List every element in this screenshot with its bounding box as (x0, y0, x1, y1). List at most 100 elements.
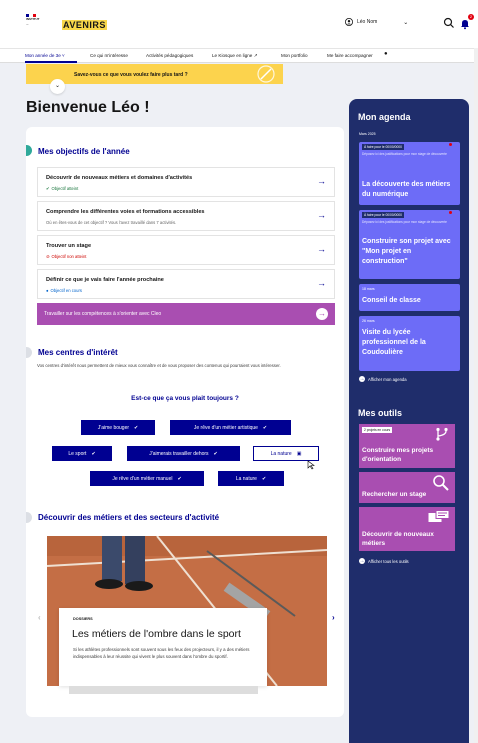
interest-chip[interactable]: Le sport ✔ (52, 446, 112, 461)
show-agenda-link[interactable]: → Afficher mon agenda (359, 376, 407, 382)
check-icon: ✔ (91, 450, 96, 457)
event-detail: Déposez ici des justifications pour mon … (362, 220, 447, 224)
tool-discover[interactable]: Découvrir de nouveaux métiers (359, 507, 455, 551)
nav-item-activites[interactable]: Activités pédagogiques (146, 53, 193, 58)
check-icon: ✔ (261, 475, 267, 482)
cleo-cta-button[interactable]: Travailler sur les compétences à s'orien… (37, 303, 335, 325)
section-marker (26, 145, 32, 156)
objective-title: Trouver un stage (46, 243, 92, 249)
event-date: 26 mars (362, 319, 375, 323)
objective-title: Définir ce que je vais faire l'année pro… (46, 277, 164, 283)
orientation-banner[interactable]: Savez-vous ce que vous voulez faire plus… (26, 64, 283, 84)
interests-title: Mes centres d'intérêt (38, 348, 118, 357)
arrow-right-icon: → (316, 308, 328, 320)
check-icon: ✔ (46, 186, 50, 191)
banner-text: Savez-vous ce que vous voulez faire plus… (74, 72, 188, 78)
interest-chip-unselected[interactable]: La nature ▣ (253, 446, 319, 461)
arrow-right-icon: → (359, 376, 365, 382)
carousel-next-button[interactable]: › (332, 613, 335, 622)
objective-status: ⊘ Objectif non atteint (46, 254, 86, 259)
nav-item-accompagner[interactable]: Me faire accompagner (327, 53, 373, 58)
search-icon[interactable] (443, 17, 455, 29)
nav-item-portfolio[interactable]: Mon portfolio (281, 53, 308, 58)
chip-label: Je rêve d'un métier manuel (112, 475, 173, 482)
arrow-right-icon: → (359, 558, 365, 564)
branch-icon (436, 427, 448, 441)
org-name: INSTITUT (26, 17, 40, 21)
info-icon: ● (384, 51, 388, 57)
chip-label: Le sport (68, 450, 87, 457)
user-icon (345, 18, 353, 26)
objective-item[interactable]: Découvrir de nouveaux métiers et domaine… (37, 167, 335, 197)
scrollbar[interactable] (474, 48, 478, 743)
tool-label: Rechercher un stage (362, 491, 427, 498)
objective-title: Comprendre les différentes voies et form… (46, 209, 205, 215)
link-label: Afficher tous les outils (368, 558, 409, 564)
nav-item-interets[interactable]: Ce qui m'intéresse (90, 53, 128, 58)
objective-status: ✔ Objectif atteint (46, 186, 78, 191)
chip-label: Je rêve d'un métier artistique (193, 424, 258, 431)
arrow-right-icon: → (317, 244, 326, 254)
check-icon: ✔ (177, 475, 182, 482)
link-label: Afficher mon agenda (368, 376, 407, 382)
tool-badge: 2 projets en cours (362, 427, 393, 433)
event-title: Visite du lycée professionnel de la Coud… (362, 329, 426, 356)
objective-status: Où en êtes-vous de cet objectif ? Vous l… (46, 220, 176, 225)
nav-item-mon-annee[interactable]: Mon année de 3e ˅ (25, 53, 65, 58)
event-title: La découverte des métiers du numérique (362, 181, 451, 198)
republic-logo[interactable]: INSTITUT ... (26, 14, 50, 38)
objectives-title: Mes objectifs de l'année (38, 147, 130, 156)
check-icon: ✔ (262, 424, 268, 431)
add-icon: ▣ (296, 450, 302, 457)
agenda-event[interactable]: 26 mars Visite du lycée professionnel de… (359, 316, 460, 371)
tool-internship[interactable]: Rechercher un stage (359, 472, 455, 503)
interest-chip[interactable]: Je rêve d'un métier manuel ✔ (90, 471, 204, 486)
article-card[interactable]: DOSSIERS Les métiers de l'ombre dans le … (59, 608, 267, 686)
discover-title: Découvrir des métiers et des secteurs d'… (38, 513, 220, 522)
objective-item[interactable]: Comprendre les différentes voies et form… (37, 201, 335, 231)
agenda-event[interactable]: À faire pour le 00/00/0000 Déposez ici d… (359, 142, 460, 205)
objective-item[interactable]: Définir ce que je vais faire l'année pro… (37, 269, 335, 299)
show-tools-link[interactable]: → Afficher tous les outils (359, 558, 409, 564)
cursor-icon (307, 460, 315, 470)
notifications-button[interactable]: 2 (459, 14, 474, 30)
tools-title: Mes outils (358, 408, 403, 418)
interests-intro: Vos centres d'intérêt nous permettent de… (37, 363, 281, 368)
alert-icon: ⊘ (46, 254, 50, 259)
event-tag: À faire pour le 00/00/0000 (362, 144, 404, 150)
interest-chip[interactable]: La nature ✔ (218, 471, 284, 486)
chat-icon (428, 510, 450, 522)
site-header: INSTITUT ... AVENIRS Léo Nom ⌄ 2 (0, 0, 478, 48)
event-detail: Déposez ici des justifications pour mon … (362, 152, 447, 156)
agenda-event[interactable]: À faire pour le 00/00/0000 Déposez ici d… (359, 210, 460, 279)
tool-label: Découvrir de nouveaux métiers (362, 531, 434, 547)
agenda-event[interactable]: 18 mars Conseil de classe (359, 284, 460, 311)
chevron-down-icon[interactable]: ⌄ (50, 79, 65, 94)
user-menu[interactable]: Léo Nom ⌄ (345, 18, 408, 26)
article-kicker: DOSSIERS (73, 617, 93, 621)
event-title: Construire son projet avec "Mon projet e… (362, 238, 451, 265)
user-name: Léo Nom (357, 19, 378, 25)
tool-label: Construire mes projets d'orientation (362, 447, 434, 463)
org-name-line-2: ... (26, 21, 29, 26)
interest-chip[interactable]: J'aime bouger ✔ (81, 420, 155, 435)
carousel-prev-button[interactable]: ‹ (38, 613, 41, 622)
chip-label: J'aimerais travailler dehors (149, 450, 209, 457)
arrow-right-icon: → (317, 176, 326, 186)
objective-item[interactable]: Trouver un stage ⊘ Objectif non atteint → (37, 235, 335, 265)
interest-chip[interactable]: J'aimerais travailler dehors ✔ (127, 446, 240, 461)
brand-logo[interactable]: AVENIRS (62, 20, 107, 30)
pencil-icon (257, 65, 275, 83)
nav-item-kiosque[interactable]: Le Kiosque en ligne ↗ (212, 53, 257, 59)
check-icon: ✔ (134, 424, 139, 431)
interest-chip[interactable]: Je rêve d'un métier artistique ✔ (170, 420, 291, 435)
agenda-panel: Mon agenda Mars 2025 À faire pour le 00/… (349, 99, 469, 743)
active-tab-indicator (25, 61, 77, 63)
article-title: Les métiers de l'ombre dans le sport (72, 628, 241, 640)
main-nav: Mon année de 3e ˅ Ce qui m'intéresse Act… (0, 48, 478, 63)
arrow-right-icon: → (317, 210, 326, 220)
agenda-title: Mon agenda (358, 112, 411, 122)
arrow-right-icon: → (317, 278, 326, 288)
chevron-down-icon: ⌄ (403, 19, 409, 26)
tool-projects[interactable]: 2 projets en cours Construire mes projet… (359, 424, 455, 468)
